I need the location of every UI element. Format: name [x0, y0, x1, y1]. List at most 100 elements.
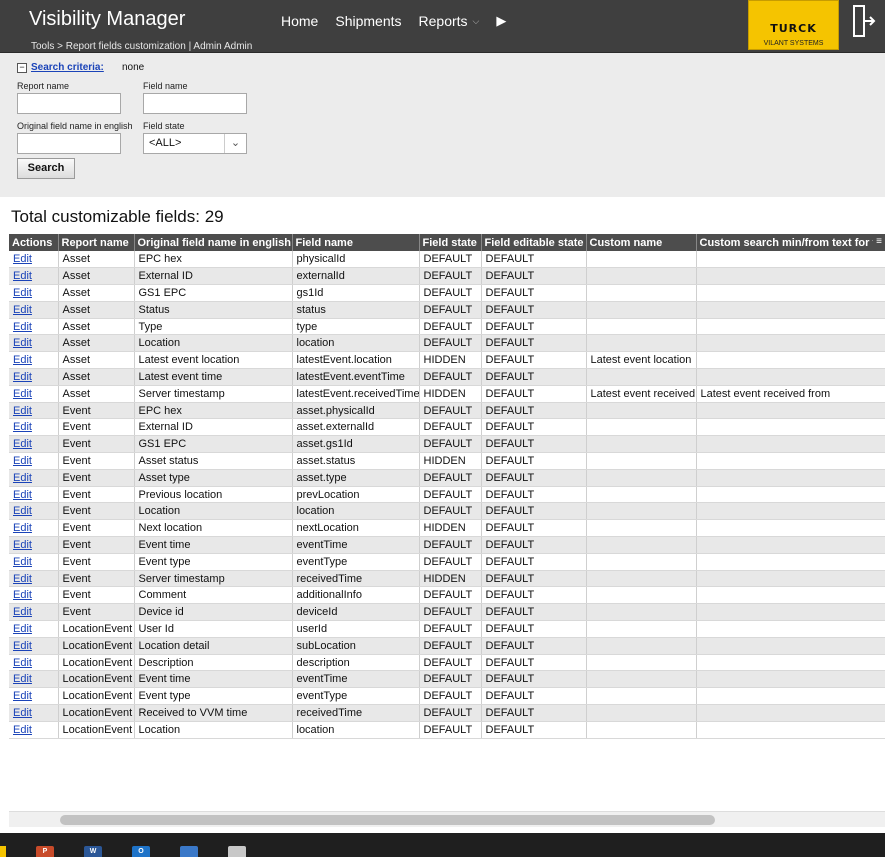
edit-link[interactable]: Edit	[13, 472, 32, 484]
table-cell: DEFAULT	[419, 251, 482, 269]
table-cell: externalId	[292, 267, 420, 286]
edit-link[interactable]: Edit	[13, 371, 32, 383]
table-cell: LocationEvent	[58, 687, 135, 706]
table-cell: Event	[58, 553, 135, 571]
report-name-input[interactable]	[17, 93, 121, 114]
table-cell: DEFAULT	[419, 637, 482, 655]
table-cell: DEFAULT	[481, 704, 587, 722]
table-cell: DEFAULT	[481, 586, 587, 605]
search-criteria-link[interactable]: Search criteria:	[31, 62, 104, 73]
table-cell: Asset	[58, 284, 135, 302]
edit-link[interactable]: Edit	[13, 455, 32, 467]
column-header[interactable]: Field state	[419, 234, 482, 251]
edit-link[interactable]: Edit	[13, 724, 32, 736]
table-cell: physicalId	[292, 251, 420, 269]
edit-link[interactable]: Edit	[13, 606, 32, 618]
nav-more[interactable]: ▶	[496, 13, 506, 29]
column-header[interactable]: Field name	[292, 234, 420, 251]
nav-reports[interactable]: Reports ⌵	[419, 13, 480, 29]
table-cell: LocationEvent	[58, 654, 135, 672]
edit-link[interactable]: Edit	[13, 556, 32, 568]
column-header[interactable]: Original field name in english	[134, 234, 293, 251]
edit-cell: Edit	[9, 318, 59, 336]
table-cell	[586, 536, 697, 554]
edit-link[interactable]: Edit	[13, 321, 32, 333]
search-button[interactable]: Search	[17, 158, 75, 179]
edit-link[interactable]: Edit	[13, 253, 32, 265]
table-cell	[696, 351, 885, 370]
table-cell	[586, 469, 697, 487]
edit-cell: Edit	[9, 251, 59, 269]
edit-link[interactable]: Edit	[13, 304, 32, 316]
edit-link[interactable]: Edit	[13, 539, 32, 551]
edit-link[interactable]: Edit	[13, 421, 32, 433]
field-state-select[interactable]: <ALL> ⌄	[143, 133, 247, 154]
edit-link[interactable]: Edit	[13, 690, 32, 702]
column-header[interactable]: Field editable state	[481, 234, 587, 251]
edit-cell: Edit	[9, 301, 59, 319]
table-cell	[586, 637, 697, 655]
edit-link[interactable]: Edit	[13, 354, 32, 366]
table-cell	[586, 553, 697, 571]
scrollbar-thumb[interactable]	[60, 815, 715, 825]
word-icon[interactable]: W	[84, 846, 102, 857]
table-cell	[696, 452, 885, 470]
table-cell: Type	[134, 318, 293, 336]
field-name-input[interactable]	[143, 93, 247, 114]
original-field-name-input[interactable]	[17, 133, 121, 154]
edit-link[interactable]: Edit	[13, 522, 32, 534]
table-cell: nextLocation	[292, 519, 420, 538]
table-cell: DEFAULT	[419, 620, 482, 638]
edit-cell: Edit	[9, 519, 59, 538]
table-cell: prevLocation	[292, 486, 420, 504]
column-header[interactable]: Actions	[9, 234, 59, 251]
field-state-selected: <ALL>	[149, 137, 182, 149]
edit-link[interactable]: Edit	[13, 623, 32, 635]
table-cell: DEFAULT	[481, 418, 587, 437]
window-app-icon[interactable]	[180, 846, 198, 857]
outlook-icon[interactable]: O	[132, 846, 150, 857]
table-cell	[586, 251, 697, 269]
table-cell: receivedTime	[292, 704, 420, 722]
column-header[interactable]: Report name	[58, 234, 135, 251]
table-cell: Asset	[58, 318, 135, 336]
column-menu-icon[interactable]: ≡	[873, 234, 885, 251]
table-cell: DEFAULT	[419, 368, 482, 386]
table-cell: asset.physicalId	[292, 402, 420, 420]
edit-link[interactable]: Edit	[13, 640, 32, 652]
table-cell	[586, 654, 697, 672]
column-header[interactable]: Custom name	[586, 234, 697, 251]
edit-link[interactable]: Edit	[13, 707, 32, 719]
table-cell	[586, 486, 697, 504]
edit-link[interactable]: Edit	[13, 388, 32, 400]
edit-link[interactable]: Edit	[13, 287, 32, 299]
exit-door-icon[interactable]	[852, 4, 876, 38]
table-cell: DEFAULT	[481, 570, 587, 588]
edit-link[interactable]: Edit	[13, 438, 32, 450]
edit-link[interactable]: Edit	[13, 489, 32, 501]
edit-link[interactable]: Edit	[13, 270, 32, 282]
column-header[interactable]: Custom search min/from text for f	[696, 234, 885, 251]
table-cell: Asset	[58, 351, 135, 370]
edit-cell: Edit	[9, 385, 59, 403]
edit-link[interactable]: Edit	[13, 573, 32, 585]
edit-cell: Edit	[9, 418, 59, 437]
edit-link[interactable]: Edit	[13, 405, 32, 417]
edit-link[interactable]: Edit	[13, 657, 32, 669]
edit-link[interactable]: Edit	[13, 673, 32, 685]
collapse-toggle-icon[interactable]: −	[17, 63, 27, 73]
table-cell: DEFAULT	[481, 687, 587, 706]
nav-shipments[interactable]: Shipments	[335, 13, 401, 29]
powerpoint-icon[interactable]: P	[36, 846, 54, 857]
edit-link[interactable]: Edit	[13, 337, 32, 349]
table-row: Edit LocationEvent Location location DEFAULT…	[9, 721, 885, 739]
table-cell: Description	[134, 654, 293, 672]
edit-link[interactable]: Edit	[13, 589, 32, 601]
edit-link[interactable]: Edit	[13, 505, 32, 517]
network-tool-icon[interactable]	[228, 846, 246, 857]
table-cell	[586, 418, 697, 437]
horizontal-scrollbar[interactable]	[9, 811, 885, 827]
table-row: Edit Asset EPC hex physicalId DEFAULT DEFAULT	[9, 251, 885, 269]
nav-home[interactable]: Home	[281, 13, 318, 29]
table-cell: GS1 EPC	[134, 435, 293, 454]
